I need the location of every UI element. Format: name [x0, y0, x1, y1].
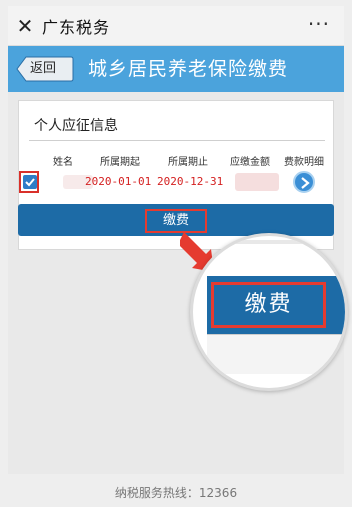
footer-hotline: 纳税服务热线：12366 — [114, 486, 238, 500]
zoomed-lower-area — [207, 334, 345, 374]
start-date-cell: 2020-01-01 — [85, 175, 152, 188]
column-header-name: 姓名 — [53, 157, 73, 168]
column-header-end: 所属期止 — [168, 157, 208, 168]
zoomed-pay-label: 缴费 — [244, 292, 293, 317]
divider — [29, 140, 325, 141]
column-header-amount: 应缴金额 — [230, 157, 270, 168]
row-checkbox[interactable] — [23, 175, 37, 189]
app-frame: ✕ 广东税务 ··· 返回 城乡居民养老保险缴费 个人应征信息 姓名 所属期起 … — [0, 0, 352, 507]
detail-button[interactable] — [293, 171, 315, 193]
zoom-magnifier: 缴费 — [190, 233, 348, 391]
back-button[interactable]: 返回 — [16, 56, 74, 82]
page-title: 城乡居民养老保险缴费 — [88, 58, 289, 80]
close-icon[interactable]: ✕ — [8, 6, 42, 46]
window-title: 广东税务 — [42, 17, 111, 37]
checkbox-highlight — [19, 171, 39, 193]
top-bar: ✕ 广东税务 ··· — [8, 6, 344, 46]
section-title: 个人应征信息 — [34, 118, 118, 134]
checkmark-icon — [25, 178, 35, 187]
column-header-detail: 费款明细 — [284, 157, 324, 168]
table-header: 姓名 所属期起 所属期止 应缴金额 费款明细 — [19, 153, 335, 169]
page-header: 返回 城乡居民养老保险缴费 — [8, 46, 344, 92]
chevron-right-icon — [301, 177, 310, 189]
more-icon[interactable]: ··· — [308, 6, 330, 42]
table-row: 2020-01-01 2020-12-31 — [19, 171, 335, 195]
column-header-start: 所属期起 — [100, 157, 140, 168]
back-button-label: 返回 — [30, 61, 57, 76]
zoomed-pay-highlight: 缴费 — [211, 282, 326, 328]
end-date-cell: 2020-12-31 — [157, 175, 224, 188]
zoom-background — [223, 240, 313, 244]
amount-cell-redacted — [235, 173, 279, 191]
